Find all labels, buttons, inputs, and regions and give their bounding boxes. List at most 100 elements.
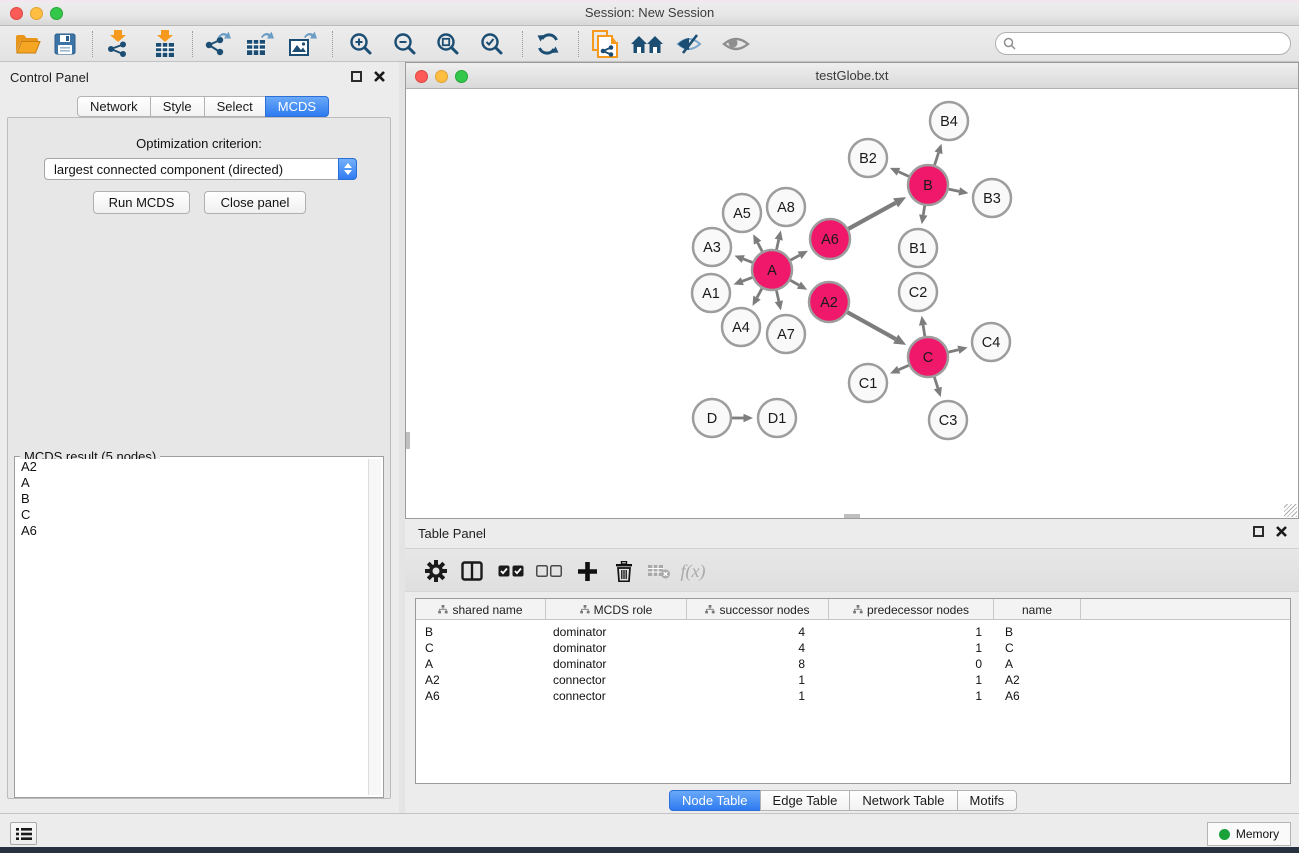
zoom-in-button[interactable] [344, 29, 378, 59]
export-network-button[interactable] [201, 29, 235, 59]
export-network-icon [204, 31, 232, 57]
save-session-button[interactable] [48, 29, 82, 59]
table-tab-node-table[interactable]: Node Table [669, 790, 761, 811]
graph-edge-B-B4[interactable] [935, 153, 939, 165]
graph-edge-A2-C[interactable] [847, 312, 895, 339]
unchecked-boxes-icon [536, 565, 562, 577]
graph-edge-A-A5[interactable] [758, 243, 763, 252]
graph-node-label: C [923, 350, 933, 366]
table-float-button[interactable] [1251, 524, 1265, 538]
graph-edge-C-C1[interactable] [899, 365, 909, 369]
export-table-button[interactable] [243, 29, 277, 59]
graph-edge-C-C4[interactable] [948, 350, 958, 352]
tab-network[interactable]: Network [77, 96, 151, 117]
column-header-successor-nodes[interactable]: successor nodes [687, 599, 829, 620]
open-session-button[interactable] [11, 29, 45, 59]
mcds-result-list[interactable]: A2ABCA6 [17, 459, 368, 795]
graph-edge-B-B3[interactable] [949, 189, 960, 191]
mcds-result-item[interactable]: A2 [17, 459, 368, 475]
import-network-button[interactable] [101, 29, 135, 59]
zoom-selected-button[interactable] [475, 29, 509, 59]
float-panel-button[interactable] [349, 69, 363, 83]
graph-edge-A-A1[interactable] [742, 277, 752, 281]
tab-style[interactable]: Style [150, 96, 205, 117]
column-header-MCDS-role[interactable]: MCDS role [546, 599, 687, 620]
close-icon [374, 71, 385, 82]
graph-node-label: D1 [768, 411, 787, 427]
close-panel-action-button[interactable]: Close panel [204, 191, 306, 214]
run-mcds-button[interactable]: Run MCDS [93, 191, 190, 214]
table-close-button[interactable] [1274, 524, 1288, 538]
create-column-button[interactable] [571, 556, 603, 586]
table-panel: Table Panel [405, 519, 1299, 813]
close-panel-button[interactable] [372, 69, 386, 83]
application-window: Session: New Session [0, 0, 1299, 847]
table-tab-network-table[interactable]: Network Table [849, 790, 957, 811]
import-table-button[interactable] [148, 29, 182, 59]
graph-edge-A-A7[interactable] [776, 291, 778, 302]
column-header-name[interactable]: name [994, 599, 1081, 620]
mcds-result-item[interactable]: C [17, 507, 368, 523]
graph-node-label: C2 [909, 285, 928, 301]
criterion-dropdown[interactable]: largest connected component (directed) [44, 158, 357, 180]
canvas-horizontal-scrollbar[interactable] [844, 514, 860, 518]
memory-button[interactable]: Memory [1207, 822, 1291, 846]
clone-network-button[interactable] [588, 29, 622, 59]
hide-graphics-details-button[interactable] [673, 29, 707, 59]
search-input[interactable] [1016, 35, 1290, 53]
delete-table-icon [647, 563, 671, 579]
zoom-out-button[interactable] [388, 29, 422, 59]
table-row[interactable]: Bdominator41B [416, 624, 1290, 640]
task-history-button[interactable] [10, 822, 37, 845]
edge-arrowhead [919, 316, 927, 326]
graph-edge-A-A6[interactable] [791, 255, 800, 260]
graph-node-label: B2 [859, 151, 877, 167]
canvas-vertical-scrollbar[interactable] [406, 432, 410, 449]
graph-edge-A-A2[interactable] [790, 280, 799, 285]
graph-edge-C-C2[interactable] [923, 325, 925, 336]
mcds-result-item[interactable]: A6 [17, 523, 368, 539]
table-settings-button[interactable] [420, 556, 452, 586]
graph-edge-B-B2[interactable] [899, 172, 909, 177]
table-cell: A [416, 656, 546, 672]
export-image-button[interactable] [286, 29, 320, 59]
column-header-predecessor-nodes[interactable]: predecessor nodes [829, 599, 994, 620]
result-scrollbar[interactable] [368, 459, 381, 795]
column-view-button[interactable] [456, 556, 488, 586]
search-field [995, 32, 1291, 55]
delete-table-button[interactable] [643, 556, 675, 586]
function-builder-button[interactable]: f(x) [677, 556, 709, 586]
mcds-result-item[interactable]: A [17, 475, 368, 491]
table-tab-edge-table[interactable]: Edge Table [760, 790, 851, 811]
table-cell: A2 [994, 672, 1081, 688]
show-graphics-details-button[interactable] [719, 29, 753, 59]
graph-edge-A-A4[interactable] [757, 288, 762, 297]
graph-edge-A-A8[interactable] [777, 240, 779, 250]
select-all-button[interactable] [495, 556, 527, 586]
dropdown-stepper-icon [338, 158, 357, 180]
first-neighbors-button[interactable] [630, 29, 664, 59]
table-row[interactable]: A6connector11A6 [416, 688, 1290, 704]
apply-layout-button[interactable] [531, 29, 565, 59]
deselect-all-button[interactable] [533, 556, 565, 586]
graph-edge-C-C3[interactable] [934, 377, 938, 388]
mcds-result-item[interactable]: B [17, 491, 368, 507]
table-cell: 8 [687, 656, 829, 672]
table-row[interactable]: Adominator80A [416, 656, 1290, 672]
table-tab-motifs[interactable]: Motifs [957, 790, 1018, 811]
network-canvas[interactable]: B4B2BB3B1A6A5A8A3AA1A2A4A7C2CC4C1C3DD1 [406, 89, 1298, 518]
delete-column-button[interactable] [608, 556, 640, 586]
zoom-fit-button[interactable] [431, 29, 465, 59]
graph-edge-A6-B[interactable] [848, 203, 895, 229]
edge-arrowhead [919, 214, 927, 224]
table-row[interactable]: Cdominator41C [416, 640, 1290, 656]
table-row[interactable]: A2connector11A2 [416, 672, 1290, 688]
tab-mcds[interactable]: MCDS [265, 96, 329, 117]
graph-edge-B-B1[interactable] [923, 206, 924, 215]
graph-node-label: B1 [909, 241, 927, 257]
column-header-shared-name[interactable]: shared name [416, 599, 546, 620]
window-resize-grip[interactable] [1284, 504, 1297, 517]
graph-edge-A-A3[interactable] [743, 259, 752, 262]
table-panel-title: Table Panel [418, 526, 486, 541]
tab-select[interactable]: Select [204, 96, 266, 117]
